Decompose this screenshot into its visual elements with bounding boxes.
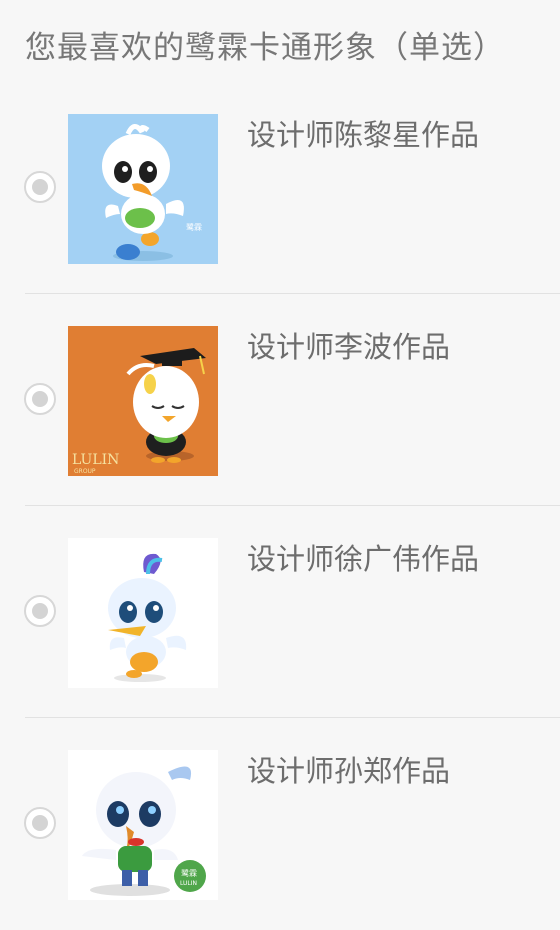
option-4-image: 鹭霖 LULIN [68,750,218,900]
option-3-label[interactable]: 设计师徐广伟作品 [247,536,479,578]
radio-dot [32,391,48,407]
option-2-label[interactable]: 设计师李波作品 [247,324,450,366]
option-1[interactable]: 鹭霖 设计师陈黎星作品 [0,82,560,294]
group-logo-text: GROUP [74,468,96,475]
lulin-logo-text: LULIN [72,452,119,468]
option-1-image: 鹭霖 [68,114,218,264]
option-4-radio[interactable] [24,807,56,839]
lulin-logo-text: LULIN [180,880,197,887]
luli-logo-text: 鹭霖 [181,868,197,878]
option-3[interactable]: 设计师徐广伟作品 [0,506,560,718]
option-3-radio[interactable] [24,595,56,627]
radio-dot [32,179,48,195]
svg-text:鹭霖: 鹭霖 [186,222,202,232]
option-2-radio[interactable] [24,383,56,415]
question-title: 您最喜欢的鹭霖卡通形象（单选） [25,30,505,66]
option-4[interactable]: 鹭霖 LULIN 设计师孙郑作品 [0,718,560,930]
option-3-image [68,538,218,688]
option-1-radio[interactable] [24,171,56,203]
radio-dot [32,815,48,831]
option-1-label[interactable]: 设计师陈黎星作品 [247,112,479,154]
option-4-label[interactable]: 设计师孙郑作品 [247,748,450,790]
option-2[interactable]: LULIN GROUP 设计师李波作品 [0,294,560,506]
option-2-image: LULIN GROUP [68,326,218,476]
radio-dot [32,603,48,619]
